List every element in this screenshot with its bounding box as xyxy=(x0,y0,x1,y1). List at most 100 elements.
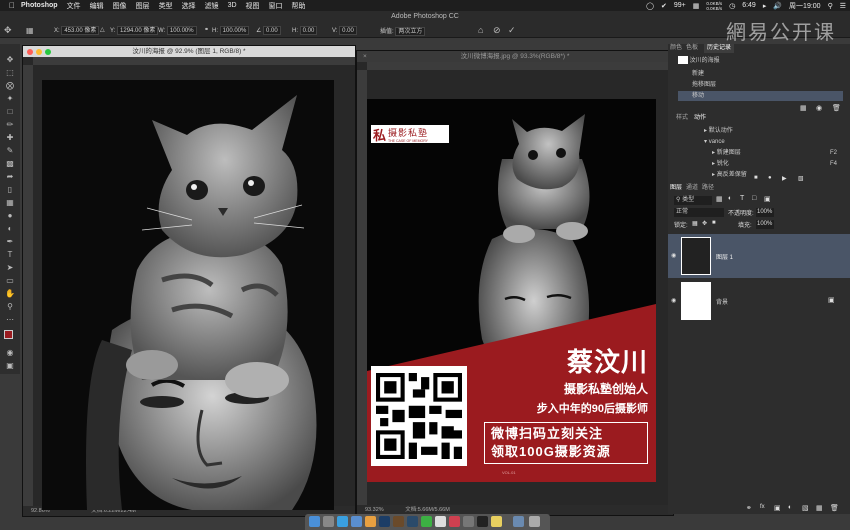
layer-row-background[interactable]: ◉ 背景 ▣ xyxy=(668,279,850,323)
screen-mode-icon[interactable]: ▣ xyxy=(4,360,16,371)
folder-icon[interactable]: ▧ xyxy=(798,175,804,182)
menu-window[interactable]: 窗口 xyxy=(269,1,283,11)
history-snapshot[interactable]: 汶川的海报 xyxy=(678,55,843,67)
photoshop-icon[interactable] xyxy=(379,516,390,527)
action-vance-set[interactable]: ▾ vance xyxy=(678,137,843,147)
lock-all-icon[interactable]: ■ xyxy=(712,220,716,226)
battery-count[interactable]: 99+ xyxy=(674,2,686,9)
y-field[interactable]: Y: 1294.00 像素 xyxy=(110,26,159,35)
menu-filter[interactable]: 滤镜 xyxy=(205,1,219,11)
link-icon[interactable]: ⚭ xyxy=(204,26,209,35)
record-icon[interactable]: ● xyxy=(768,175,772,181)
stamp-tool-icon[interactable]: ▩ xyxy=(4,158,16,169)
stop-icon[interactable]: ■ xyxy=(754,175,758,181)
eraser-tool-icon[interactable]: ▯ xyxy=(4,184,16,195)
blur-tool-icon[interactable]: ● xyxy=(4,210,16,221)
settings-icon[interactable] xyxy=(463,516,474,527)
fx-icon[interactable]: fx xyxy=(760,504,765,510)
w-field[interactable]: W: 100.00% xyxy=(158,26,197,35)
filter-adjust-icon[interactable]: ◐ xyxy=(728,195,732,202)
launchpad-icon[interactable] xyxy=(323,516,334,527)
delete-layer-icon[interactable]: 🗑 xyxy=(830,504,839,512)
commit-transform-icon[interactable]: ✓ xyxy=(508,25,516,36)
menu-layer[interactable]: 图层 xyxy=(136,1,150,11)
v-skew-field[interactable]: V: 0.00 xyxy=(332,26,357,35)
more-tools-icon[interactable]: ⋯ xyxy=(4,314,16,325)
layer-1-name[interactable]: 图层 1 xyxy=(716,252,733,261)
type-tool-icon[interactable]: T xyxy=(4,249,16,260)
doc2-file-info[interactable]: 文档:5.66M/5.66M xyxy=(405,507,450,513)
action-new-layer[interactable]: ▸ 新建图层 F2 xyxy=(678,148,843,158)
h-field[interactable]: H: 100.00% xyxy=(212,26,250,35)
delta-icon[interactable]: △ xyxy=(100,26,105,35)
lasso-tool-icon[interactable]: ⨂ xyxy=(4,80,16,91)
layer-row-1[interactable]: ◉ 图层 1 xyxy=(668,234,850,278)
tab-actions[interactable]: 动作 xyxy=(694,114,706,123)
action-default-set[interactable]: ▸ 默认动作 xyxy=(678,126,843,136)
h-skew-field[interactable]: H: 0.00 xyxy=(292,26,318,35)
grid-icon[interactable]: ▦ xyxy=(693,2,700,10)
wifi-icon[interactable]: ▸ xyxy=(763,2,767,10)
trash-dock-icon[interactable] xyxy=(529,516,540,527)
tab-channels[interactable]: 通道 xyxy=(686,184,698,193)
play-icon[interactable]: ▶ xyxy=(782,175,787,182)
crop-tool-icon[interactable]: □ xyxy=(4,106,16,117)
doc2-close-icon[interactable]: × xyxy=(363,51,367,62)
menubar-time[interactable]: 6:49 xyxy=(742,2,756,9)
wechat-icon[interactable]: ◯ xyxy=(646,2,654,10)
menu-file[interactable]: 文件 xyxy=(67,1,81,11)
gradient-tool-icon[interactable]: ▦ xyxy=(4,197,16,208)
hand-tool-icon[interactable]: ✋ xyxy=(4,288,16,299)
wechat-dock-icon[interactable] xyxy=(421,516,432,527)
healing-tool-icon[interactable]: ✚ xyxy=(4,132,16,143)
vertical-ruler[interactable] xyxy=(23,65,33,506)
menu-edit[interactable]: 编辑 xyxy=(90,1,104,11)
shape-tool-icon[interactable]: ▭ xyxy=(4,275,16,286)
tab-styles[interactable]: 样式 xyxy=(676,114,688,123)
filter-type-icon[interactable]: T xyxy=(740,195,744,202)
path-select-tool-icon[interactable]: ➤ xyxy=(4,262,16,273)
photos-icon[interactable] xyxy=(365,516,376,527)
notes-icon[interactable] xyxy=(491,516,502,527)
close-window-button[interactable] xyxy=(27,49,33,55)
menu-type[interactable]: 类型 xyxy=(159,1,173,11)
menu-app-name[interactable]: Photoshop xyxy=(21,2,58,9)
lightroom-icon[interactable] xyxy=(407,516,418,527)
cancel-transform-icon[interactable]: ⊘ xyxy=(493,25,501,36)
bridge-icon[interactable] xyxy=(393,516,404,527)
new-snapshot-icon[interactable]: ▦ xyxy=(800,104,807,112)
foreground-color-swatch[interactable] xyxy=(4,330,13,339)
brush-tool-icon[interactable]: ✎ xyxy=(4,145,16,156)
downloads-icon[interactable] xyxy=(513,516,524,527)
vertical-ruler-2[interactable] xyxy=(357,70,367,505)
safari-icon[interactable] xyxy=(337,516,348,527)
visibility-icon[interactable]: ◉ xyxy=(671,297,676,304)
trash-icon[interactable]: 🗑 xyxy=(832,104,841,112)
angle-field[interactable]: ∠ 0.00 xyxy=(256,26,281,35)
apple-icon[interactable]:  xyxy=(9,1,15,10)
list-icon[interactable]: ☰ xyxy=(840,2,846,10)
menu-select[interactable]: 选择 xyxy=(182,1,196,11)
mask-icon[interactable]: ▣ xyxy=(774,504,781,512)
camera-icon[interactable]: ◉ xyxy=(816,104,822,112)
warp-icon[interactable]: ⌂ xyxy=(478,25,483,35)
interpolation-select[interactable]: 插值: 两次立方 xyxy=(380,26,426,36)
move-tool-icon[interactable]: ✥ xyxy=(4,25,12,36)
terminal-icon[interactable] xyxy=(477,516,488,527)
lock-pixels-icon[interactable]: ▦ xyxy=(692,220,698,227)
zoom-tool-icon[interactable]: ⚲ xyxy=(4,301,16,312)
menu-3d[interactable]: 3D xyxy=(228,2,237,9)
minimize-window-button[interactable] xyxy=(36,49,42,55)
doc2-titlebar[interactable]: × 汶川微博海报.jpg @ 93.3%(RGB/8*) * xyxy=(357,51,673,62)
action-sharpen[interactable]: ▸ 锐化 F4 xyxy=(678,159,843,169)
lock-move-icon[interactable]: ✥ xyxy=(702,220,707,227)
quick-mask-icon[interactable]: ◉ xyxy=(4,347,16,358)
music-icon[interactable] xyxy=(449,516,460,527)
opacity-input[interactable]: 100% xyxy=(756,208,774,217)
mail-icon[interactable] xyxy=(351,516,362,527)
move-tool-icon[interactable]: ✥ xyxy=(4,54,16,65)
group-folder-icon[interactable]: ▧ xyxy=(802,504,809,512)
link-layers-icon[interactable]: ⚭ xyxy=(746,504,752,512)
pen-tool-icon[interactable]: ✒ xyxy=(4,236,16,247)
marquee-tool-icon[interactable]: ⬚ xyxy=(4,67,16,78)
